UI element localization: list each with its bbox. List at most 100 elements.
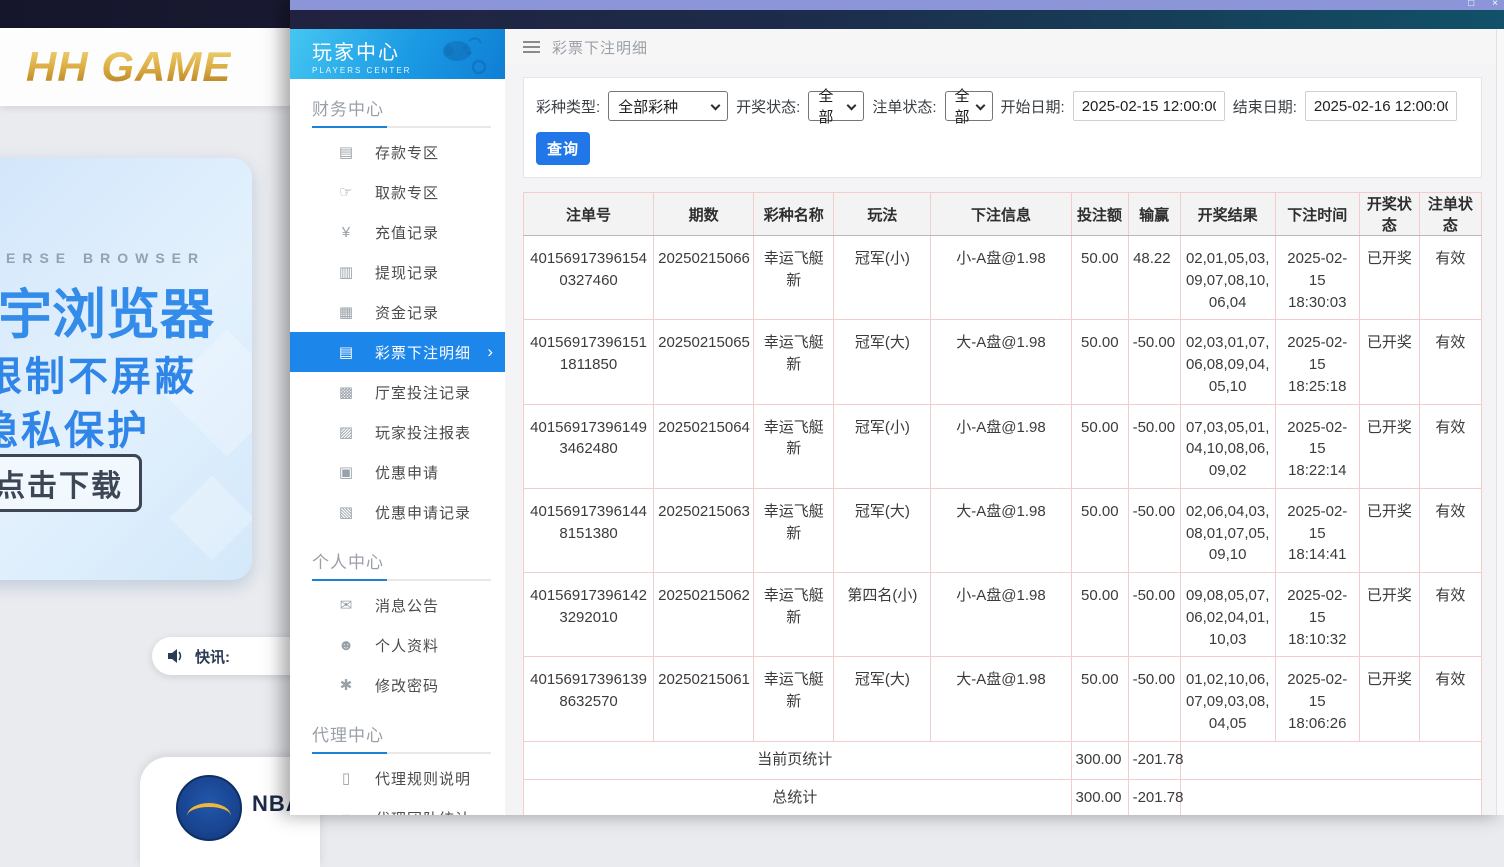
table-cell: 幸运飞艇新 [754, 320, 834, 404]
player-center-window: □ × 玩家中心 PLAYERS CENTER 财务中心▤存款专区☞取款专区¥充… [290, 0, 1504, 815]
sidebar-section-title: 个人中心 [312, 548, 505, 573]
table-row: 40156917396142329201020250215062幸运飞艇新第四名… [524, 573, 1482, 657]
sidebar-item[interactable]: ▩厅室投注记录 [290, 372, 505, 412]
sidebar-item[interactable]: ¥充值记录 [290, 212, 505, 252]
table-cell: 幸运飞艇新 [754, 236, 834, 320]
profile-person-icon: ☻ [335, 637, 357, 654]
order-status-select[interactable]: 全部 [945, 91, 993, 121]
table-cell: 401569173961398632570 [524, 657, 654, 741]
scrollbar[interactable] [1496, 29, 1504, 815]
chevron-down-icon [847, 101, 857, 111]
table-cell: 小-A盘@1.98 [931, 573, 1071, 657]
table-cell: 冠军(小) [834, 236, 931, 320]
column-header: 输赢 [1128, 193, 1180, 236]
table-cell: 02,01,05,03,09,07,08,10,06,04 [1180, 236, 1275, 320]
column-header: 开奖状态 [1359, 193, 1419, 236]
section-divider [312, 126, 491, 128]
browser-ad-banner[interactable]: ERSE BROWSER 宇浏览器 限制不屏蔽 隐私保护 点击下载 [0, 158, 252, 580]
sidebar-item[interactable]: ▥提现记录 [290, 252, 505, 292]
end-date-input[interactable] [1305, 91, 1457, 121]
sidebar-item-label: 彩票下注明细 [375, 342, 471, 363]
table-cell: 幸运飞艇新 [754, 657, 834, 741]
table-cell: 401569173961423292010 [524, 573, 654, 657]
close-icon[interactable]: × [1492, 0, 1498, 9]
sidebar-item[interactable]: ▣优惠申请 [290, 452, 505, 492]
announcement-bell-icon: ✉ [335, 596, 357, 614]
sidebar-item[interactable]: ✱修改密码 [290, 665, 505, 705]
sidebar: 玩家中心 PLAYERS CENTER 财务中心▤存款专区☞取款专区¥充值记录▥… [290, 29, 505, 815]
table-cell: 401569173961493462480 [524, 404, 654, 488]
draw-status-select[interactable]: 全部 [808, 91, 864, 121]
table-cell: 48.22 [1128, 236, 1180, 320]
recharge-record-icon: ¥ [335, 224, 357, 241]
ticker-label: 快讯: [195, 646, 230, 667]
ad-tagline: ERSE BROWSER [6, 250, 205, 266]
table-cell: 20250215061 [654, 657, 754, 741]
table-cell: 已开奖 [1359, 236, 1419, 320]
section-divider [312, 752, 491, 754]
sidebar-item[interactable]: ☻个人资料 [290, 625, 505, 665]
sidebar-item[interactable]: ≡代理团队统计 [290, 798, 505, 815]
sidebar-item-label: 代理团队统计 [375, 808, 471, 816]
menu-toggle-icon[interactable] [523, 41, 540, 43]
lottery-bet-detail-icon: ▤ [335, 343, 357, 361]
summary-empty [1180, 741, 1481, 779]
sidebar-item-label: 玩家投注报表 [375, 422, 471, 443]
ad-download-button[interactable]: 点击下载 [0, 454, 142, 512]
table-cell: 幸运飞艇新 [754, 404, 834, 488]
column-header: 期数 [654, 193, 754, 236]
table-cell: -50.00 [1128, 573, 1180, 657]
sidebar-item[interactable]: ▤存款专区 [290, 132, 505, 172]
promo-apply-record-icon: ▧ [335, 503, 357, 521]
sidebar-item[interactable]: ▨ 玩家投注报表 [290, 412, 505, 452]
table-cell: 大-A盘@1.98 [931, 488, 1071, 572]
player-bet-report-icon: ▨ [335, 423, 357, 441]
table-cell: 大-A盘@1.98 [931, 657, 1071, 741]
sidebar-item[interactable]: ▦资金记录 [290, 292, 505, 332]
table-row: 40156917396149346248020250215064幸运飞艇新冠军(… [524, 404, 1482, 488]
table-cell: 50.00 [1071, 236, 1128, 320]
sidebar-item-label: 优惠申请记录 [375, 502, 471, 523]
sidebar-item[interactable]: ☞ 取款专区 [290, 172, 505, 212]
hh-game-logo: HH GAME [26, 43, 231, 91]
bet-table-container: 注单号期数彩种名称玩法下注信息投注额输赢开奖结果下注时间开奖状态注单状态 401… [523, 192, 1482, 815]
sidebar-section-title: 代理中心 [312, 721, 505, 746]
withdraw-hand-icon: ☞ [335, 183, 357, 201]
agent-rules-doc-icon: ▯ [335, 769, 357, 787]
sidebar-item[interactable]: ▤彩票下注明细› [290, 332, 505, 372]
start-date-input[interactable] [1073, 91, 1225, 121]
sidebar-item[interactable]: ▯代理规则说明 [290, 758, 505, 798]
nba-team-logo [176, 775, 242, 841]
table-cell: 有效 [1419, 573, 1481, 657]
maximize-icon[interactable]: □ [1468, 0, 1474, 9]
table-cell: 有效 [1419, 236, 1481, 320]
sidebar-item-label: 取款专区 [375, 182, 439, 203]
sidebar-item-label: 存款专区 [375, 142, 439, 163]
sidebar-item[interactable]: ▧ 优惠申请记录 [290, 492, 505, 532]
table-cell: 401569173961448151380 [524, 488, 654, 572]
table-cell: 已开奖 [1359, 404, 1419, 488]
table-cell: 20250215063 [654, 488, 754, 572]
search-button[interactable]: 查询 [536, 132, 590, 165]
column-header: 下注信息 [931, 193, 1071, 236]
window-header-strip [290, 10, 1504, 29]
sidebar-item[interactable]: ✉消息公告 [290, 585, 505, 625]
chevron-down-icon [975, 101, 985, 111]
table-cell: 50.00 [1071, 320, 1128, 404]
ad-decoration [170, 476, 252, 561]
table-cell: 2025-02-15 18:22:14 [1275, 404, 1359, 488]
table-cell: -50.00 [1128, 657, 1180, 741]
table-cell: 幸运飞艇新 [754, 488, 834, 572]
start-date-label: 开始日期: [1001, 96, 1065, 117]
table-cell: 50.00 [1071, 573, 1128, 657]
table-cell: 已开奖 [1359, 320, 1419, 404]
column-header: 玩法 [834, 193, 931, 236]
table-row: 40156917396151181185020250215065幸运飞艇新冠军(… [524, 320, 1482, 404]
table-cell: 幸运飞艇新 [754, 573, 834, 657]
table-cell: 20250215066 [654, 236, 754, 320]
column-header: 投注额 [1071, 193, 1128, 236]
table-cell: 07,03,05,01,04,10,08,06,09,02 [1180, 404, 1275, 488]
lottery-type-select[interactable]: 全部彩种 [608, 91, 728, 121]
sidebar-item-label: 资金记录 [375, 302, 439, 323]
column-header: 注单号 [524, 193, 654, 236]
